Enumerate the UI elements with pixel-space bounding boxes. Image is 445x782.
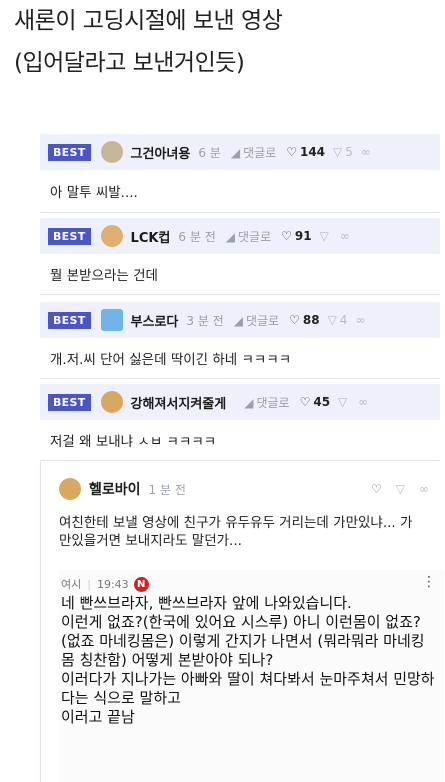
best-badge: BEST bbox=[48, 227, 91, 245]
comment-time: 6 분 bbox=[198, 145, 221, 160]
reply-arrow-icon: ◢ bbox=[230, 145, 241, 160]
share-icon[interactable]: ∞ bbox=[361, 145, 371, 159]
reply-header: 헬로바이 1 분 전 ♡ ▽ ∞ bbox=[59, 478, 429, 500]
reply-arrow-icon: ◢ bbox=[225, 229, 235, 244]
reply-button[interactable]: ◢ 댓글로 bbox=[226, 228, 271, 245]
thumbs-down-icon: ▽ bbox=[338, 395, 348, 409]
reply-button[interactable]: ◢ 댓글로 bbox=[234, 312, 279, 329]
new-badge: N bbox=[133, 576, 149, 592]
share-icon[interactable]: ∞ bbox=[419, 482, 429, 496]
thumbs-up-icon: ♡ bbox=[286, 145, 297, 159]
quoted-screenshot: 여시 | 19:43 N ⋮ 네 빤쓰브라자, 빤쓰브라자 앞에 나와있습니다.… bbox=[59, 570, 444, 782]
comment-nickname[interactable]: 부스로다 bbox=[131, 311, 179, 330]
reply-arrow-icon: ◢ bbox=[244, 395, 254, 410]
like-button[interactable]: ♡ 88 bbox=[289, 313, 319, 327]
comment-nickname[interactable]: 강해져서지켜줄게 bbox=[131, 393, 227, 412]
best-badge: BEST bbox=[48, 143, 91, 161]
thumbs-up-icon: ♡ bbox=[289, 313, 300, 327]
comment-body: 아 말투 씨발.... bbox=[40, 170, 440, 212]
comment-time: 6 분 전 bbox=[178, 229, 216, 244]
share-icon[interactable]: ∞ bbox=[340, 229, 350, 243]
thumbs-up-icon: ♡ bbox=[281, 229, 292, 243]
quote-meta: 여시 | 19:43 N bbox=[61, 576, 149, 592]
share-icon[interactable]: ∞ bbox=[358, 395, 368, 409]
dislike-button[interactable]: ▽ 4 bbox=[328, 313, 348, 327]
avatar bbox=[100, 309, 123, 331]
quote-source: 여시 bbox=[61, 578, 82, 591]
avatar bbox=[100, 225, 123, 247]
avatar bbox=[100, 141, 123, 163]
comment-body: 뭘 본받으라는 건데 bbox=[40, 254, 440, 294]
avatar bbox=[100, 391, 123, 413]
more-options-icon[interactable]: ⋮ bbox=[422, 574, 436, 590]
best-badge: BEST bbox=[48, 393, 91, 411]
thumbs-down-icon: ▽ bbox=[319, 229, 329, 243]
thumbs-down-icon: ▽ bbox=[327, 313, 337, 327]
like-button[interactable]: ♡ 91 bbox=[281, 229, 311, 243]
quote-text: 네 빤쓰브라자, 빤쓰브라자 앞에 나와있습니다. 이런게 없죠?(한국에 있어… bbox=[61, 594, 435, 726]
comment-nickname[interactable]: LCK컵 bbox=[131, 227, 171, 246]
comment-time: 3 분 전 bbox=[186, 313, 224, 328]
comment-header: BEST 강해져서지켜줄게 ◢ 댓글로 ♡ 45 ▽ ∞ bbox=[40, 384, 440, 420]
comment-header: BEST 그건아녀용 6 분 ◢ 댓글로 ♡ 144 ▽ 5 ∞ bbox=[40, 134, 440, 170]
reply-comment: 헬로바이 1 분 전 ♡ ▽ ∞ 여친한테 보낼 영상에 친구가 유두유두 거리… bbox=[40, 462, 444, 782]
post-title-line1: 새론이 고딩시절에 보낸 영상 bbox=[14, 8, 283, 34]
dislike-button[interactable]: ▽ bbox=[320, 229, 332, 243]
dislike-button[interactable]: ▽ 5 bbox=[333, 145, 353, 159]
divider bbox=[40, 460, 440, 461]
thumbs-up-icon: ♡ bbox=[299, 395, 311, 409]
reply-text: 여친한테 보낼 영상에 친구가 유두유두 거리는데 가만있냐... 가만있을거면… bbox=[59, 515, 413, 549]
comment-header: BEST 부스로다 3 분 전 ◢ 댓글로 ♡ 88 ▽ 4 ∞ bbox=[40, 302, 440, 338]
divider bbox=[40, 212, 440, 213]
reply-arrow-icon: ◢ bbox=[233, 313, 243, 328]
comment-header: BEST LCK컵 6 분 전 ◢ 댓글로 ♡ 91 ▽ ∞ bbox=[40, 218, 440, 254]
best-badge: BEST bbox=[48, 311, 91, 329]
avatar bbox=[59, 478, 81, 500]
thumbs-down-icon: ▽ bbox=[333, 145, 343, 159]
reply-time: 1 분 전 bbox=[148, 482, 186, 497]
comment-body: 개.저.씨 단어 싫은데 딱이긴 하네 ㅋㅋㅋㅋ bbox=[40, 338, 440, 378]
like-button[interactable]: ♡ 144 bbox=[286, 145, 325, 159]
comment-nickname[interactable]: 그건아녀용 bbox=[131, 143, 191, 162]
quote-time: 19:43 bbox=[96, 577, 129, 591]
like-button[interactable]: ♡ 45 bbox=[300, 395, 330, 409]
comment-body: 저걸 왜 보내냐 ㅅㅂ ㅋㅋㅋㅋ bbox=[40, 420, 440, 460]
dislike-button[interactable]: ▽ bbox=[338, 395, 350, 409]
reply-button[interactable]: ◢ 댓글로 bbox=[244, 394, 289, 411]
share-icon[interactable]: ∞ bbox=[355, 313, 365, 327]
thumbs-up-icon[interactable]: ♡ bbox=[371, 482, 382, 496]
divider bbox=[40, 294, 440, 295]
reply-nickname[interactable]: 헬로바이 bbox=[89, 479, 141, 499]
thumbs-down-icon[interactable]: ▽ bbox=[396, 482, 405, 496]
divider bbox=[40, 378, 440, 379]
reply-button[interactable]: ◢ 댓글로 bbox=[231, 144, 276, 161]
post-title-line2: (입어달라고 보낸거인듯) bbox=[14, 50, 245, 76]
